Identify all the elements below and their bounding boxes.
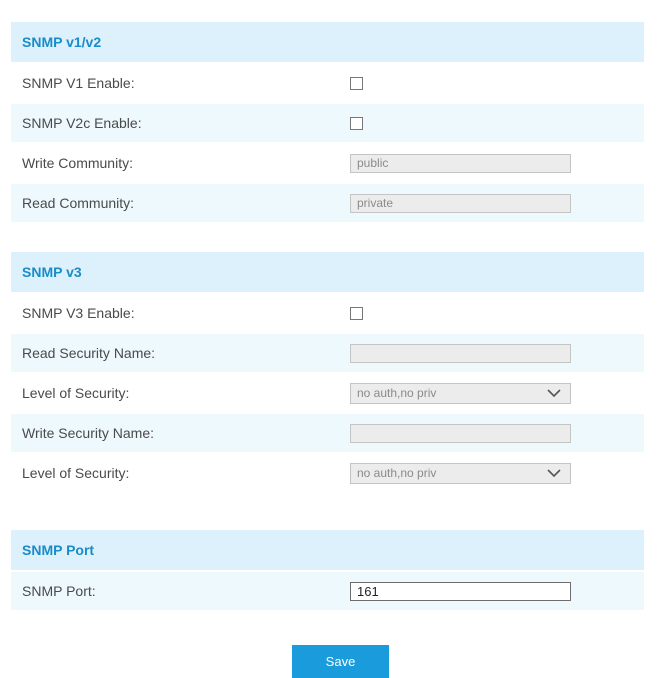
read-community-input[interactable]: private — [350, 193, 571, 213]
snmp-v1-enable-checkbox[interactable] — [350, 76, 363, 90]
row-write-security-name: Write Security Name: — [11, 412, 644, 452]
write-security-name-input[interactable] — [350, 423, 571, 443]
row-read-security-name: Read Security Name: — [11, 332, 644, 372]
read-level-of-security-value: no auth,no priv — [357, 386, 437, 400]
snmp-v3-section: SNMP v3 SNMP V3 Enable: Read Security Na… — [11, 252, 644, 492]
save-button[interactable]: Save — [292, 645, 389, 678]
read-level-of-security-select[interactable]: no auth,no priv — [350, 382, 571, 404]
chevron-down-icon — [547, 469, 561, 478]
row-snmp-v3-enable: SNMP V3 Enable: — [11, 292, 644, 332]
row-read-community: Read Community: private — [11, 182, 644, 222]
snmp-v2c-enable-checkbox[interactable] — [350, 116, 363, 130]
row-read-level-of-security: Level of Security: no auth,no priv — [11, 372, 644, 412]
row-write-community: Write Community: public — [11, 142, 644, 182]
read-community-label: Read Community: — [22, 195, 135, 211]
section-header-snmp-v1v2: SNMP v1/v2 — [11, 22, 644, 62]
write-level-of-security-label: Level of Security: — [22, 465, 130, 481]
section-header-snmp-v3: SNMP v3 — [11, 252, 644, 292]
read-security-name-label: Read Security Name: — [22, 345, 156, 361]
snmp-v1v2-section: SNMP v1/v2 SNMP V1 Enable: SNMP V2c Enab… — [11, 22, 644, 222]
section-header-snmp-port: SNMP Port — [11, 530, 644, 570]
write-security-name-label: Write Security Name: — [22, 425, 154, 441]
write-community-input[interactable]: public — [350, 153, 571, 173]
snmp-v3-enable-label: SNMP V3 Enable: — [22, 305, 135, 321]
snmp-v3-enable-checkbox[interactable] — [350, 306, 363, 320]
row-write-level-of-security: Level of Security: no auth,no priv — [11, 452, 644, 492]
write-community-label: Write Community: — [22, 155, 133, 171]
snmp-port-label: SNMP Port: — [22, 583, 96, 599]
read-level-of-security-label: Level of Security: — [22, 385, 130, 401]
snmp-v1-enable-label: SNMP V1 Enable: — [22, 75, 135, 91]
snmp-v2c-enable-label: SNMP V2c Enable: — [22, 115, 142, 131]
snmp-port-input[interactable]: 161 — [350, 581, 571, 601]
write-level-of-security-select[interactable]: no auth,no priv — [350, 462, 571, 484]
row-snmp-port: SNMP Port: 161 — [11, 570, 644, 610]
chevron-down-icon — [547, 389, 561, 398]
row-snmp-v2c-enable: SNMP V2c Enable: — [11, 102, 644, 142]
read-security-name-input[interactable] — [350, 343, 571, 363]
row-snmp-v1-enable: SNMP V1 Enable: — [11, 62, 644, 102]
write-level-of-security-value: no auth,no priv — [357, 466, 437, 480]
snmp-port-section: SNMP Port SNMP Port: 161 — [11, 530, 644, 610]
